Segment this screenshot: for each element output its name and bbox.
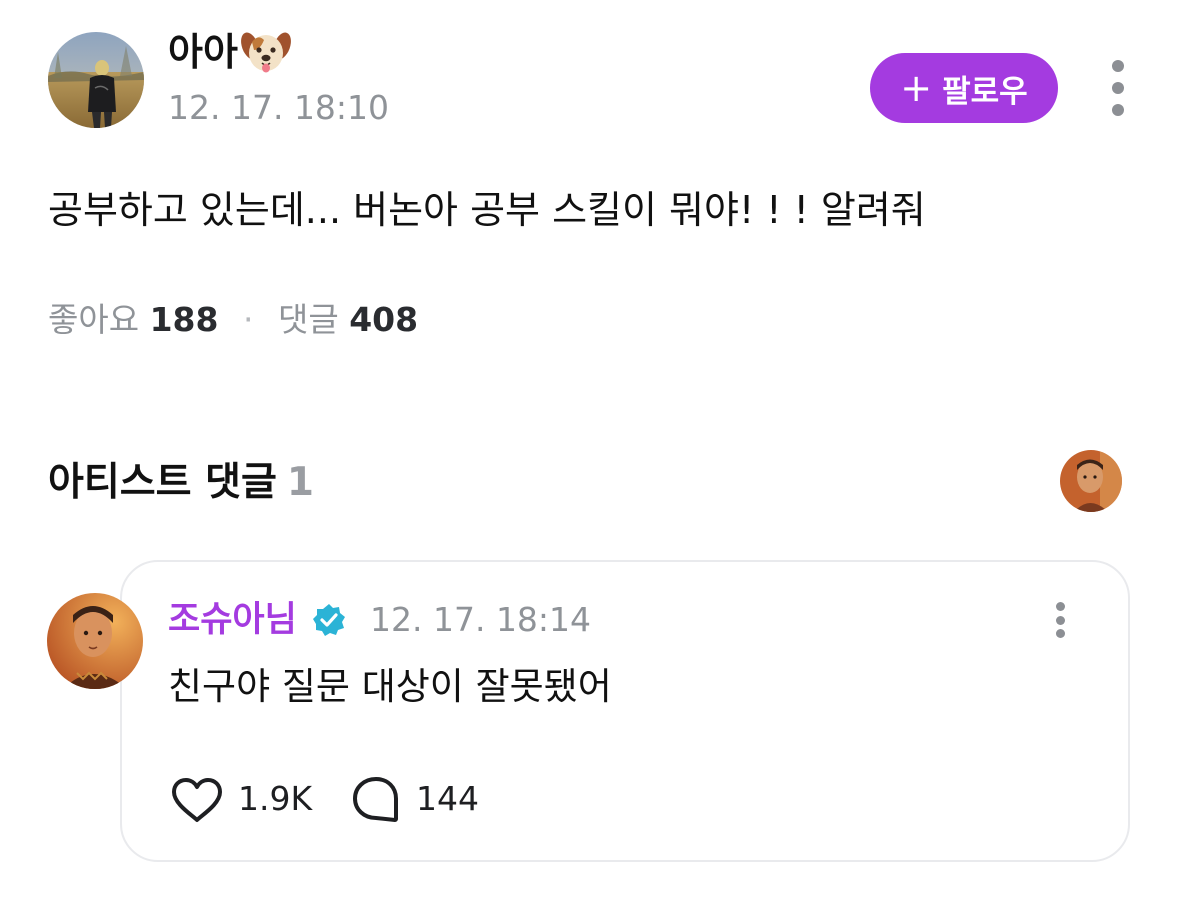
likes-label: 좋아요 [48, 300, 140, 339]
artist-comments-count: 1 [286, 460, 314, 505]
heart-icon[interactable] [170, 777, 224, 823]
commenter-name[interactable]: 조슈아님 [168, 598, 297, 642]
comment-reply-count: 144 [416, 779, 479, 818]
artist-comments-title: 아티스트 댓글 1 [48, 458, 314, 508]
comments-label[interactable]: 댓글 [278, 300, 339, 339]
post-detail-page: 아아 12. 17. 18:10 + 팔로우 공부하고 있는데... 버논아 공… [0, 0, 1179, 903]
author-name-text: 아아 [168, 30, 238, 74]
stats-separator: · [242, 300, 254, 339]
commenter-avatar-image [47, 593, 143, 689]
comment-timestamp: 12. 17. 18:14 [370, 600, 592, 639]
post-stats: 좋아요 188 · 댓글 408 [48, 298, 418, 342]
likes-count: 188 [149, 300, 219, 339]
comment-more-icon[interactable] [1050, 602, 1070, 638]
comment-text: 친구야 질문 대상이 잘못됐어 [168, 665, 612, 708]
follow-button-label: 팔로우 [942, 73, 1028, 110]
post-body-text: 공부하고 있는데... 버논아 공부 스킬이 뭐야! ! ! 알려줘 [48, 188, 926, 232]
follow-button[interactable]: + 팔로우 [870, 53, 1058, 123]
comment-bubble-icon[interactable] [351, 775, 401, 825]
dog-face-icon [240, 28, 292, 76]
author-avatar[interactable] [48, 32, 144, 128]
verified-badge-icon [312, 603, 346, 637]
artist-avatar[interactable] [1060, 450, 1122, 512]
plus-icon: + [900, 66, 933, 110]
comment-like-count: 1.9K [238, 779, 313, 818]
author-name[interactable]: 아아 [168, 28, 292, 76]
artist-comments-title-text: 아티스트 댓글 [48, 460, 277, 505]
commenter-avatar[interactable] [47, 593, 143, 689]
post-more-icon[interactable] [1108, 60, 1128, 116]
author-avatar-image [48, 32, 144, 128]
post-timestamp: 12. 17. 18:10 [168, 88, 390, 127]
artist-avatar-image [1060, 450, 1122, 512]
comments-count[interactable]: 408 [349, 300, 418, 339]
